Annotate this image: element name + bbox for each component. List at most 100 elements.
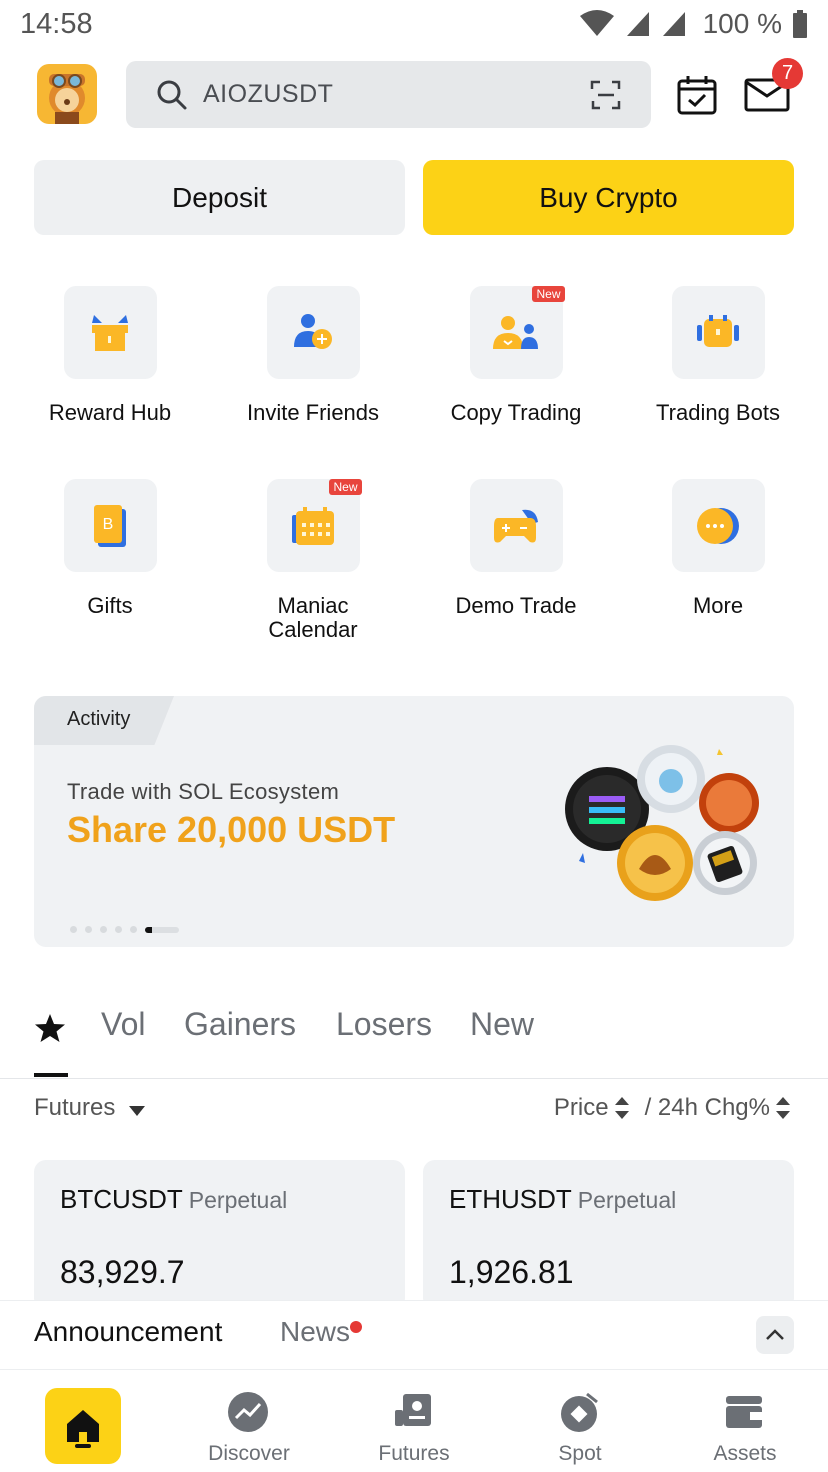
deposit-button[interactable]: Deposit [34,160,405,235]
banner-subtitle: Trade with SOL Ecosystem [67,779,340,804]
signal-icon [662,12,685,36]
battery-icon [793,10,807,38]
status-time: 14:58 [20,8,93,40]
shortcut-maniac-calendar[interactable]: New Maniac Calendar [228,479,398,642]
sort-controls: Price / 24h Chg% [554,1094,790,1122]
shortcut-label: Trading Bots [656,400,780,425]
shortcut-tile [671,286,765,379]
gift-card-icon: B [94,504,126,547]
avatar[interactable] [37,64,97,124]
sort-change[interactable]: / 24h Chg% [645,1094,770,1122]
wifi-icon [579,10,614,36]
nav-futures[interactable]: Futures [331,1370,497,1472]
shortcut-tile [63,286,157,379]
news-unread-dot [350,1321,362,1333]
new-badge: New [329,479,362,495]
shortcut-more[interactable]: More [633,479,803,618]
scan-icon[interactable] [590,79,622,111]
signal-icon [626,12,649,36]
shortcut-tile [469,479,563,572]
tab-new[interactable]: New [470,1006,534,1043]
activity-banner[interactable]: Activity Trade with SOL Ecosystem Share … [34,696,794,947]
shortcut-demo-trade[interactable]: Demo Trade [431,479,601,618]
chevron-up-icon [766,1329,784,1340]
search-value: AIOZUSDT [203,80,334,108]
shortcut-label: Invite Friends [246,400,380,425]
home-icon [67,1410,99,1448]
futures-icon [395,1394,431,1426]
activity-tag: Activity [67,708,131,730]
discover-icon [228,1392,268,1432]
filter-row: Futures Price / 24h Chg% [34,1094,794,1128]
gift-box-icon [92,314,128,351]
gamepad-icon [494,509,538,542]
tab-news[interactable]: News [280,1316,350,1348]
market-card-eth[interactable]: ETHUSDT Perpetual 1,926.81 [423,1160,794,1310]
shortcut-tile: New [266,479,362,572]
nav-home[interactable] [45,1388,121,1464]
card-price: 1,926.81 [449,1254,574,1290]
nav-label: Assets [713,1442,777,1465]
favorites-star-icon[interactable] [34,1012,66,1044]
carousel-indicator [70,926,179,933]
copy-trading-icon [493,315,538,349]
card-type: Perpetual [188,1187,288,1213]
tab-gainers[interactable]: Gainers [184,1006,296,1043]
notification-badge: 7 [772,58,803,89]
shortcut-label: Demo Trade [455,593,577,618]
robot-icon [697,314,739,347]
wallet-icon [726,1396,762,1428]
market-tabs: Vol Gainers Losers New [34,1002,794,1078]
nav-label: Spot [558,1442,602,1465]
carousel-dot [100,926,107,933]
battery-percent: 100 % [702,8,782,39]
announcement-bar: Announcement News [0,1300,828,1370]
shortcut-reward-hub[interactable]: Reward Hub [25,286,195,425]
market-card-btc[interactable]: BTCUSDT Perpetual 83,929.7 [34,1160,405,1310]
nav-discover[interactable]: Discover [166,1370,332,1472]
sort-price[interactable]: Price [554,1094,609,1122]
status-indicators: 100 % [579,8,808,40]
nav-assets[interactable]: Assets [662,1370,828,1472]
sort-icon[interactable] [776,1097,790,1119]
chevron-down-icon[interactable] [129,1106,145,1116]
shortcut-tile [671,479,765,572]
active-tab-indicator [34,1073,68,1077]
tab-vol[interactable]: Vol [101,1006,145,1043]
calendar-check-icon[interactable] [676,74,718,116]
add-user-icon [294,313,332,349]
new-badge: New [532,286,565,302]
svg-text:B: B [103,516,114,533]
shortcut-label: Copy Trading [450,400,582,425]
carousel-dot [115,926,122,933]
shortcut-label: Gifts [87,593,133,618]
bottom-nav: Discover Futures Spot Assets [0,1370,828,1472]
tab-announcement[interactable]: Announcement [34,1316,222,1348]
carousel-dot [130,926,137,933]
shortcut-copy-trading[interactable]: New Copy Trading [431,286,601,425]
carousel-dot [85,926,92,933]
sort-icon[interactable] [614,1097,629,1119]
collapse-button[interactable] [756,1316,794,1354]
more-icon [697,507,739,544]
card-price: 83,929.7 [60,1254,185,1290]
card-symbol-row: BTCUSDT Perpetual [60,1184,287,1215]
shortcut-trading-bots[interactable]: Trading Bots [633,286,803,425]
card-symbol-row: ETHUSDT Perpetual [449,1184,676,1215]
shortcut-tile [266,286,360,379]
carousel-dot [70,926,77,933]
search-input[interactable]: AIOZUSDT [126,61,651,128]
shortcut-tile: B [63,479,157,572]
spot-icon [561,1392,598,1432]
tab-losers[interactable]: Losers [336,1006,432,1043]
tabs-divider [0,1078,828,1079]
shortcut-gifts[interactable]: B Gifts [25,479,195,618]
nav-spot[interactable]: Spot [497,1370,663,1472]
search-icon [157,80,187,110]
market-type-dropdown[interactable]: Futures [34,1094,115,1122]
shortcut-tile: New [469,286,565,379]
shortcut-invite-friends[interactable]: Invite Friends [228,286,398,425]
nav-label: Futures [378,1442,450,1465]
card-symbol: ETHUSDT [449,1184,572,1214]
buy-crypto-button[interactable]: Buy Crypto [423,160,794,235]
